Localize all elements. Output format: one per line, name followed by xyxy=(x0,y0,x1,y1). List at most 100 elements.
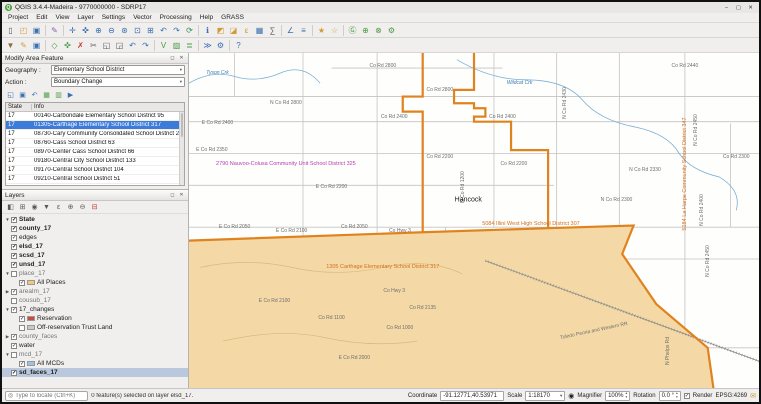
project-open-icon[interactable]: ◰ xyxy=(17,24,30,37)
menu-grass[interactable]: GRASS xyxy=(217,14,248,21)
column-header-state[interactable]: State xyxy=(6,104,32,110)
processing-toolbox-icon[interactable]: ⚙ xyxy=(214,39,227,52)
layer-checkbox[interactable] xyxy=(11,298,17,304)
render-checkbox[interactable]: ✓ xyxy=(684,393,690,399)
menu-help[interactable]: Help xyxy=(196,14,217,21)
layer-item-place-17[interactable]: ▼place_17 xyxy=(2,269,188,278)
statistical-summary-icon[interactable]: ≡ xyxy=(297,24,310,37)
add-polygon-feature-icon[interactable]: ◇ xyxy=(48,39,61,52)
new-bookmark-icon[interactable]: ☆ xyxy=(328,24,341,37)
grass-open-mapset-icon[interactable]: Ⓖ xyxy=(346,24,359,37)
map-refresh-icon[interactable]: ⟳ xyxy=(183,24,196,37)
layer-item-scsd-17[interactable]: ✓scsd_17 xyxy=(2,251,188,260)
locate-input[interactable] xyxy=(15,393,85,399)
float-panel-button[interactable]: ◻ xyxy=(169,192,176,198)
add-raster-layer-icon[interactable]: ▨ xyxy=(170,39,183,52)
layer-checkbox[interactable]: ✓ xyxy=(11,289,17,295)
close-panel-button[interactable]: ✕ xyxy=(178,55,185,61)
layer-item-17-changes[interactable]: ▼✓17_changes xyxy=(2,305,188,314)
toggle-editing-icon[interactable]: ✎ xyxy=(17,39,30,52)
table-row[interactable]: 1701305-Carthage Elementary School Distr… xyxy=(6,121,184,130)
table-row[interactable]: 1700140-Carbondale Elementary School Dis… xyxy=(6,112,184,121)
save-layer-edits-icon[interactable]: ▣ xyxy=(30,39,43,52)
table-row[interactable]: 1709170-Central School District 104 xyxy=(6,166,184,175)
table-row[interactable]: 1708730-Cary Community Consolidated Scho… xyxy=(6,130,184,139)
action-select[interactable]: Boundary Change ▾ xyxy=(51,77,185,87)
remove-layer-icon[interactable]: ⊟ xyxy=(89,202,100,213)
menu-processing[interactable]: Processing xyxy=(156,14,196,21)
menu-layer[interactable]: Layer xyxy=(73,14,97,21)
summary-grid-icon[interactable]: ▥ xyxy=(53,89,64,100)
measure-line-icon[interactable]: ∠ xyxy=(284,24,297,37)
stepper-arrows-icon[interactable]: ▴▾ xyxy=(676,392,678,399)
layer-item-elsd-17[interactable]: ✓elsd_17 xyxy=(2,242,188,251)
style-manager-icon[interactable]: ✎ xyxy=(48,24,61,37)
zoom-out-icon[interactable]: ⊖ xyxy=(105,24,118,37)
table-row[interactable]: 1709210-Central School District 51 xyxy=(6,175,184,184)
rotation-stepper[interactable]: 0.0 ° ▴▾ xyxy=(659,391,681,401)
manage-map-themes-icon[interactable]: ◉ xyxy=(29,202,40,213)
paste-features-icon[interactable]: ◲ xyxy=(113,39,126,52)
expander-icon[interactable]: ▶ xyxy=(4,289,11,295)
layer-checkbox[interactable]: ✓ xyxy=(11,226,17,232)
log-messages-icon[interactable]: ✉ xyxy=(750,392,756,400)
magnifier-stepper[interactable]: 100% ▴▾ xyxy=(605,391,630,401)
column-header-info[interactable]: Info xyxy=(32,104,184,110)
grass-new-mapset-icon[interactable]: ⊕ xyxy=(359,24,372,37)
undo-icon[interactable]: ↶ xyxy=(126,39,139,52)
layer-checkbox[interactable]: ✓ xyxy=(11,334,17,340)
copy-features-icon[interactable]: ◱ xyxy=(100,39,113,52)
open-layer-styling-icon[interactable]: ◧ xyxy=(5,202,16,213)
expander-icon[interactable]: ▼ xyxy=(4,271,11,276)
layer-item-unsd-17[interactable]: ✓unsd_17 xyxy=(2,260,188,269)
expander-icon[interactable]: ▼ xyxy=(4,217,11,222)
layer-item-county-faces[interactable]: ▶✓county_faces xyxy=(2,332,188,341)
select-by-expression-icon[interactable]: ε xyxy=(240,24,253,37)
geography-select[interactable]: Elementary School District ▾ xyxy=(51,65,185,75)
layer-checkbox[interactable]: ✓ xyxy=(11,235,17,241)
filter-by-expression-icon[interactable]: ε xyxy=(53,202,64,213)
layer-checkbox[interactable]: ✓ xyxy=(11,217,17,223)
zoom-full-icon[interactable]: ⊛ xyxy=(118,24,131,37)
pan-to-selection-icon[interactable]: ✜ xyxy=(79,24,92,37)
maximize-button[interactable]: ▢ xyxy=(733,3,744,12)
open-attribute-table-icon[interactable]: ▦ xyxy=(253,24,266,37)
zoom-to-layer-icon[interactable]: ⊞ xyxy=(144,24,157,37)
expander-icon[interactable]: ▼ xyxy=(4,307,11,312)
table-row[interactable]: 1708970-Center Cass School District 66 xyxy=(6,148,184,157)
help-icon[interactable]: ? xyxy=(232,39,245,52)
lock-scale-icon[interactable]: ◉ xyxy=(568,392,574,400)
layer-checkbox[interactable]: ✓ xyxy=(11,343,17,349)
minimize-button[interactable]: – xyxy=(721,3,732,12)
layer-item-all-places[interactable]: ✓All Places xyxy=(2,278,188,287)
stepper-arrows-icon[interactable]: ▴▾ xyxy=(625,392,627,399)
layer-item-off-reservation-trust-land[interactable]: Off-reservation Trust Land xyxy=(2,323,188,332)
layer-checkbox[interactable] xyxy=(11,271,17,277)
menu-vector[interactable]: Vector xyxy=(129,14,155,21)
layer-item-all-mcds[interactable]: ✓All MCDs xyxy=(2,359,188,368)
add-group-icon[interactable]: ⊞ xyxy=(17,202,28,213)
layer-checkbox[interactable]: ✓ xyxy=(11,370,17,376)
table-scrollbar[interactable] xyxy=(179,112,184,185)
layer-checkbox[interactable]: ✓ xyxy=(19,361,25,367)
attribute-grid-icon[interactable]: ▦ xyxy=(41,89,52,100)
copy-feature-icon[interactable]: ◱ xyxy=(5,89,16,100)
layer-checkbox[interactable]: ✓ xyxy=(11,253,17,259)
layer-item-reservation[interactable]: ✓Reservation xyxy=(2,314,188,323)
project-new-icon[interactable]: ▯ xyxy=(4,24,17,37)
zoom-to-selection-icon[interactable]: ⊡ xyxy=(131,24,144,37)
deselect-features-icon[interactable]: ◪ xyxy=(227,24,240,37)
expander-icon[interactable]: ▶ xyxy=(4,334,11,340)
layer-item-edges[interactable]: ✓edges xyxy=(2,233,188,242)
add-vector-layer-icon[interactable]: V xyxy=(157,39,170,52)
table-row[interactable]: 1708760-Cass School District 63 xyxy=(6,139,184,148)
grass-close-mapset-icon[interactable]: ⊗ xyxy=(372,24,385,37)
cut-features-icon[interactable]: ✂ xyxy=(87,39,100,52)
layer-item-county-17[interactable]: ✓county_17 xyxy=(2,224,188,233)
layer-checkbox[interactable]: ✓ xyxy=(19,280,25,286)
filter-legend-icon[interactable]: ▼ xyxy=(41,202,52,213)
layer-item-sd-faces-17[interactable]: ✓sd_faces_17 xyxy=(2,368,188,377)
menu-settings[interactable]: Settings xyxy=(98,14,130,21)
coordinate-field[interactable]: -91.12771,40.53971 xyxy=(440,391,504,401)
vertex-tool-icon[interactable]: ✜ xyxy=(61,39,74,52)
